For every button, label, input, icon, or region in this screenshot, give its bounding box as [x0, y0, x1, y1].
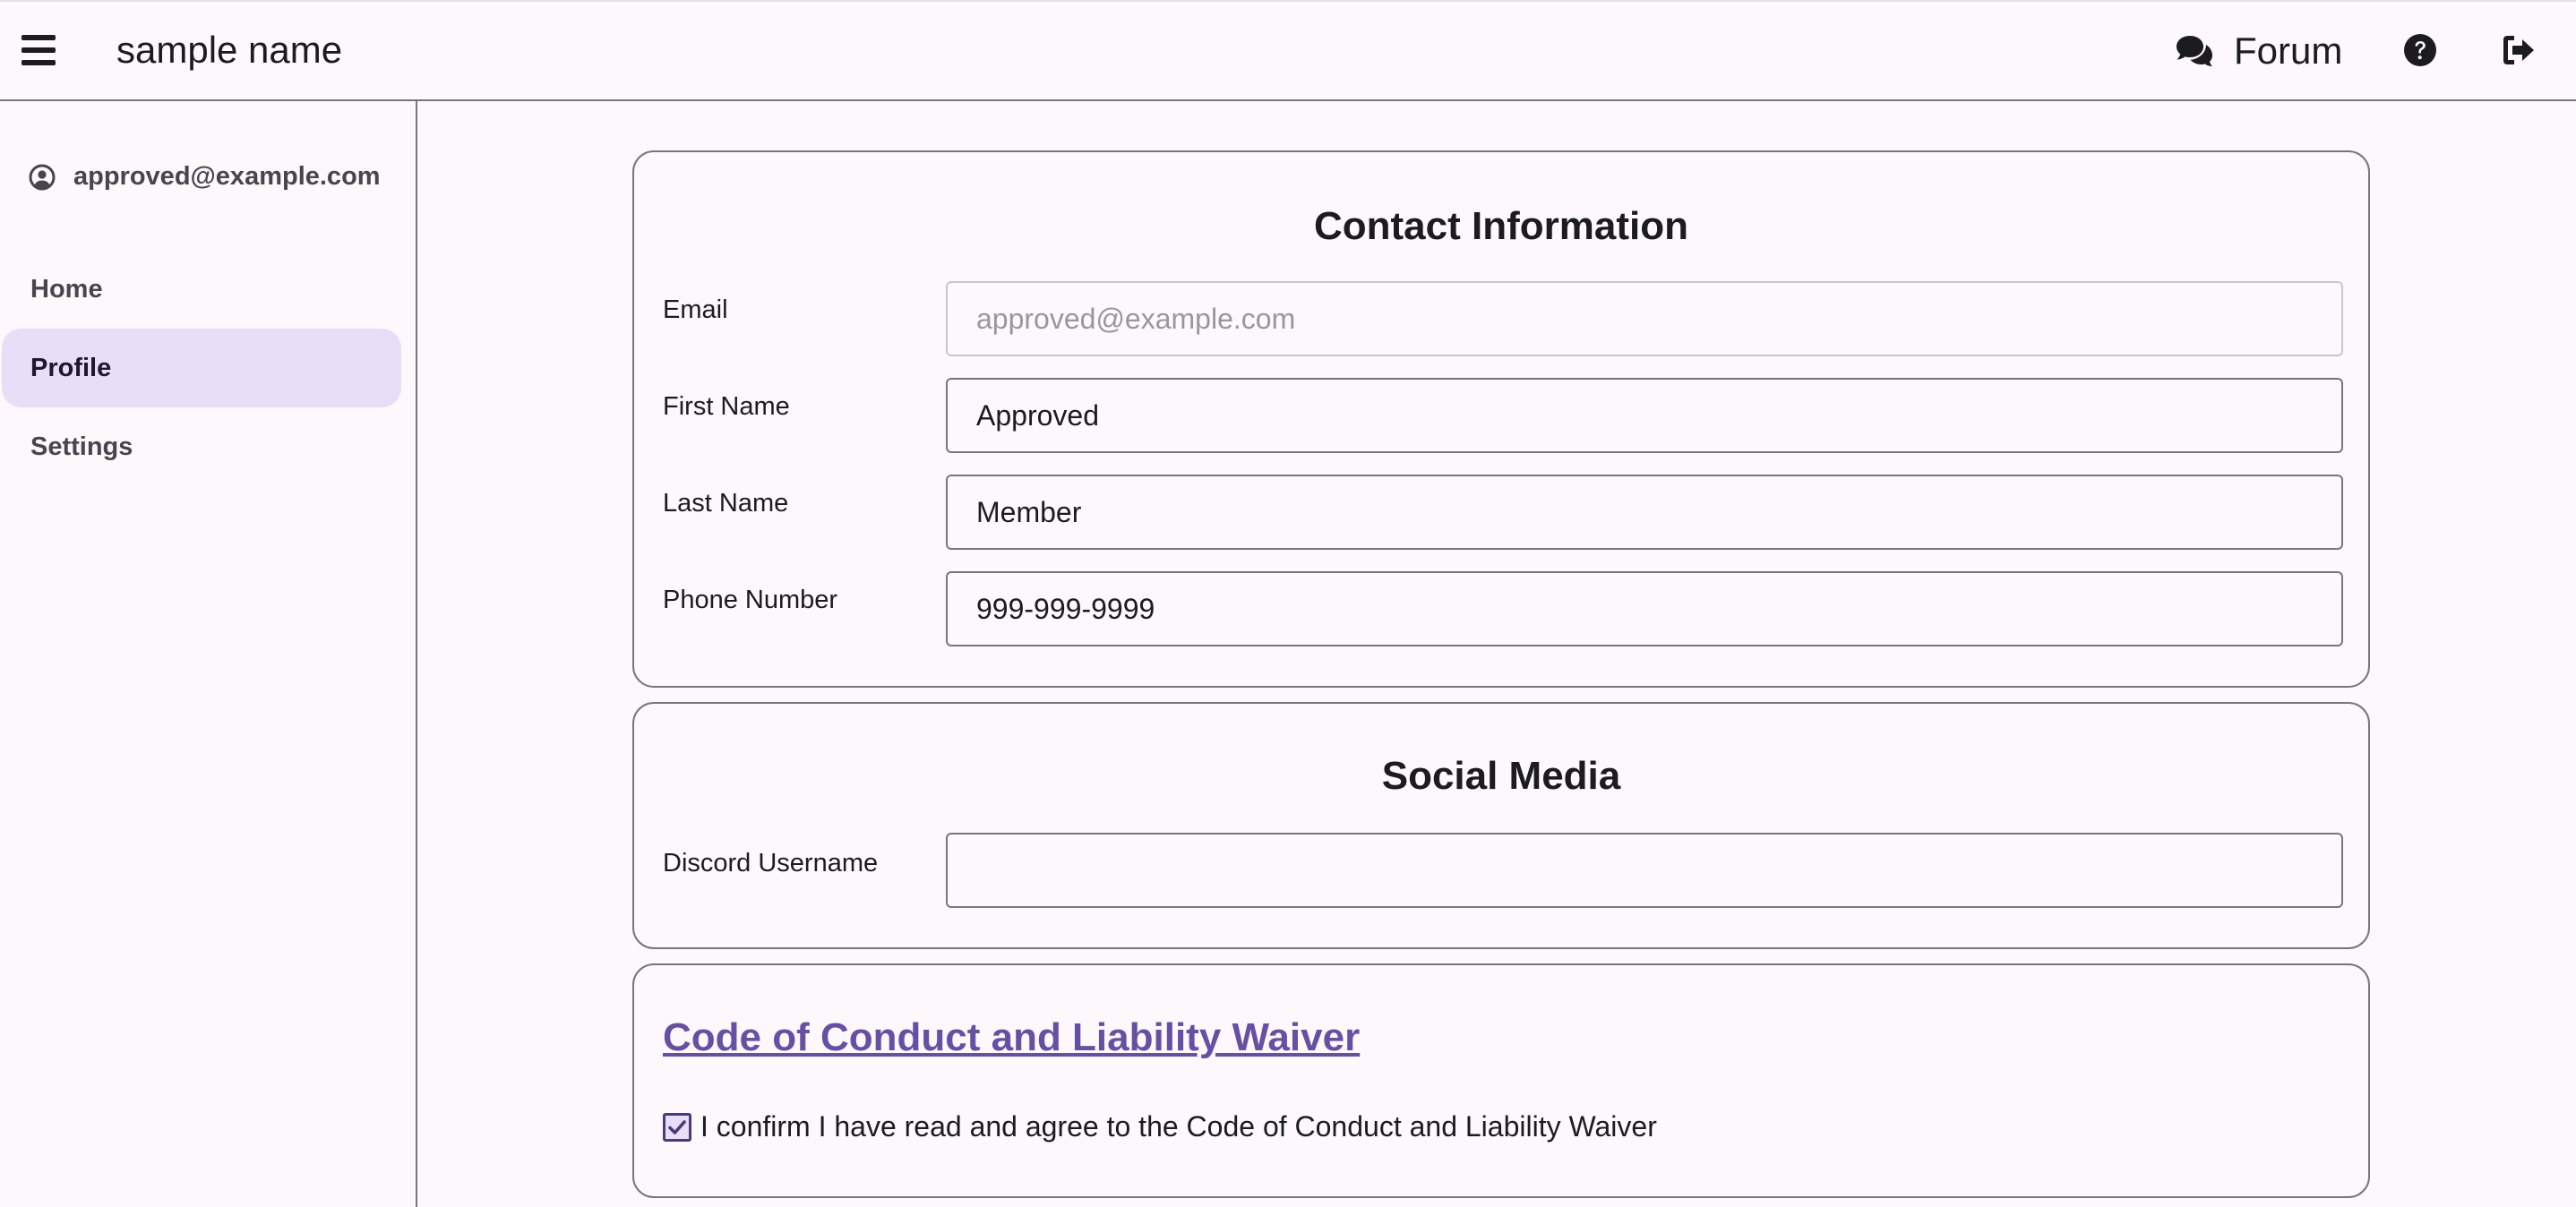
email-field[interactable] — [946, 281, 2343, 356]
sidebar-item-home[interactable]: Home — [2, 250, 401, 329]
sidebar-item-label: Profile — [30, 353, 112, 382]
user-circle-icon — [29, 164, 56, 190]
sidebar-item-label: Home — [30, 274, 103, 304]
question-circle-icon — [2404, 34, 2436, 66]
user-email: approved@example.com — [73, 162, 381, 191]
last-name-field[interactable] — [946, 475, 2343, 550]
waiver-confirm-checkbox[interactable] — [663, 1112, 691, 1142]
logout-button[interactable] — [2501, 32, 2537, 68]
discord-username-label: Discord Username — [663, 849, 879, 877]
help-button[interactable] — [2402, 32, 2438, 68]
sign-out-icon — [2503, 36, 2534, 64]
top-app-bar: sample name Forum — [0, 0, 2576, 101]
first-name-field[interactable] — [946, 378, 2343, 453]
email-label: Email — [663, 295, 728, 324]
sidebar: approved@example.com Home Profile Settin… — [0, 101, 417, 1207]
code-of-conduct-link[interactable]: Code of Conduct and Liability Waiver — [663, 1015, 1360, 1060]
comments-icon — [2177, 36, 2212, 66]
last-name-label: Last Name — [663, 489, 789, 518]
waiver-card: Code of Conduct and Liability Waiver I c… — [632, 963, 2370, 1198]
social-media-card: Social Media Discord Username — [632, 702, 2370, 949]
first-name-label: First Name — [663, 392, 790, 421]
forum-button[interactable]: Forum — [2175, 21, 2342, 81]
menu-button[interactable] — [20, 31, 66, 71]
forum-label: Forum — [2234, 30, 2343, 72]
app-title: sample name — [116, 29, 343, 71]
waiver-confirm-text: I confirm I have read and agree to the C… — [700, 1110, 1657, 1143]
contact-information-card: Contact Information Email First Name Las… — [632, 150, 2370, 688]
social-section-title: Social Media — [1381, 754, 1621, 798]
phone-number-field[interactable] — [946, 571, 2343, 646]
sidebar-item-profile[interactable]: Profile — [2, 329, 401, 407]
hamburger-menu-icon — [21, 35, 56, 65]
sidebar-item-settings[interactable]: Settings — [2, 407, 401, 486]
discord-username-field[interactable] — [946, 833, 2343, 908]
phone-number-label: Phone Number — [663, 586, 838, 614]
sidebar-item-label: Settings — [30, 432, 133, 461]
check-icon — [668, 1119, 686, 1134]
contact-section-title: Contact Information — [1314, 204, 1688, 248]
waiver-confirm-row: I confirm I have read and agree to the C… — [663, 1110, 1657, 1143]
user-info: approved@example.com — [29, 162, 381, 192]
